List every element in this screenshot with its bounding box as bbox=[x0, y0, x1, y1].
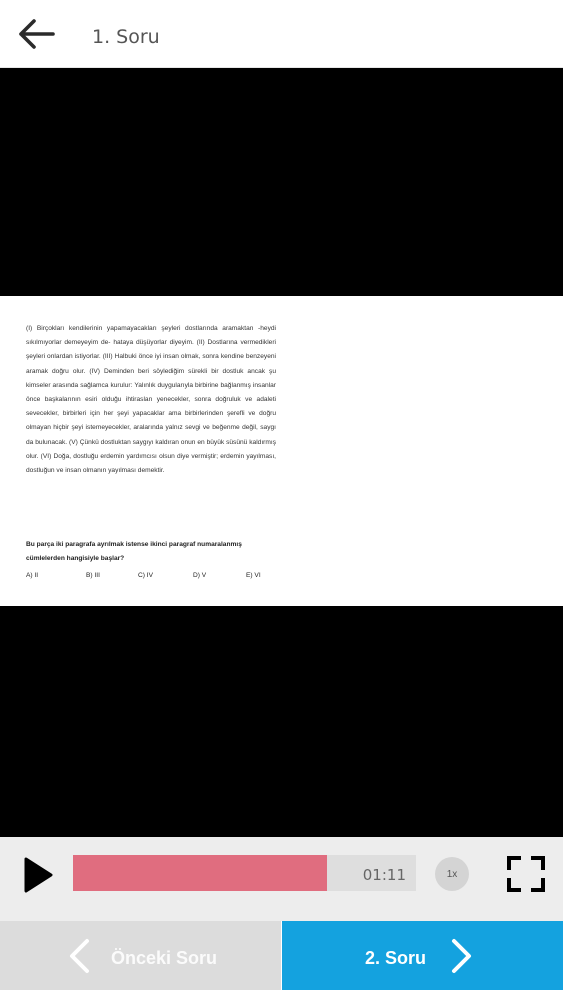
option-a: A) II bbox=[26, 572, 39, 579]
progress-bar[interactable]: 01:11 bbox=[73, 855, 416, 891]
fullscreen-button[interactable] bbox=[506, 855, 546, 893]
play-button[interactable] bbox=[22, 857, 54, 893]
page-title: 1. Soru bbox=[92, 26, 160, 48]
previous-question-label: Önceki Soru bbox=[111, 948, 218, 968]
progress-fill bbox=[73, 855, 327, 891]
play-icon bbox=[24, 857, 53, 893]
video-player-area[interactable]: (I) Birçokları kendilerinin yapamayacakl… bbox=[0, 68, 563, 837]
previous-question-button[interactable]: Önceki Soru bbox=[0, 921, 281, 990]
chevron-left-icon bbox=[70, 939, 89, 973]
top-bar: 1. Soru bbox=[0, 0, 563, 68]
next-question-label: 2. Soru bbox=[365, 948, 427, 968]
arrow-left-icon bbox=[19, 19, 55, 49]
option-e: E) VI bbox=[246, 572, 261, 579]
option-b: B) III bbox=[86, 572, 100, 579]
option-c: C) IV bbox=[138, 572, 154, 579]
chevron-right-icon bbox=[452, 939, 471, 973]
back-button[interactable] bbox=[14, 14, 58, 54]
question-text: Bu parça iki paragrafa ayrılmak istense … bbox=[26, 541, 242, 562]
question-passage: (I) Birçokları kendilerinin yapamayacakl… bbox=[26, 325, 276, 475]
question-frame: (I) Birçokları kendilerinin yapamayacakl… bbox=[0, 296, 563, 606]
next-question-button[interactable]: 2. Soru bbox=[282, 921, 563, 990]
time-label: 01:11 bbox=[362, 866, 406, 884]
fullscreen-icon bbox=[507, 856, 545, 892]
speed-button[interactable]: 1x bbox=[435, 857, 469, 891]
option-d: D) V bbox=[193, 572, 207, 579]
